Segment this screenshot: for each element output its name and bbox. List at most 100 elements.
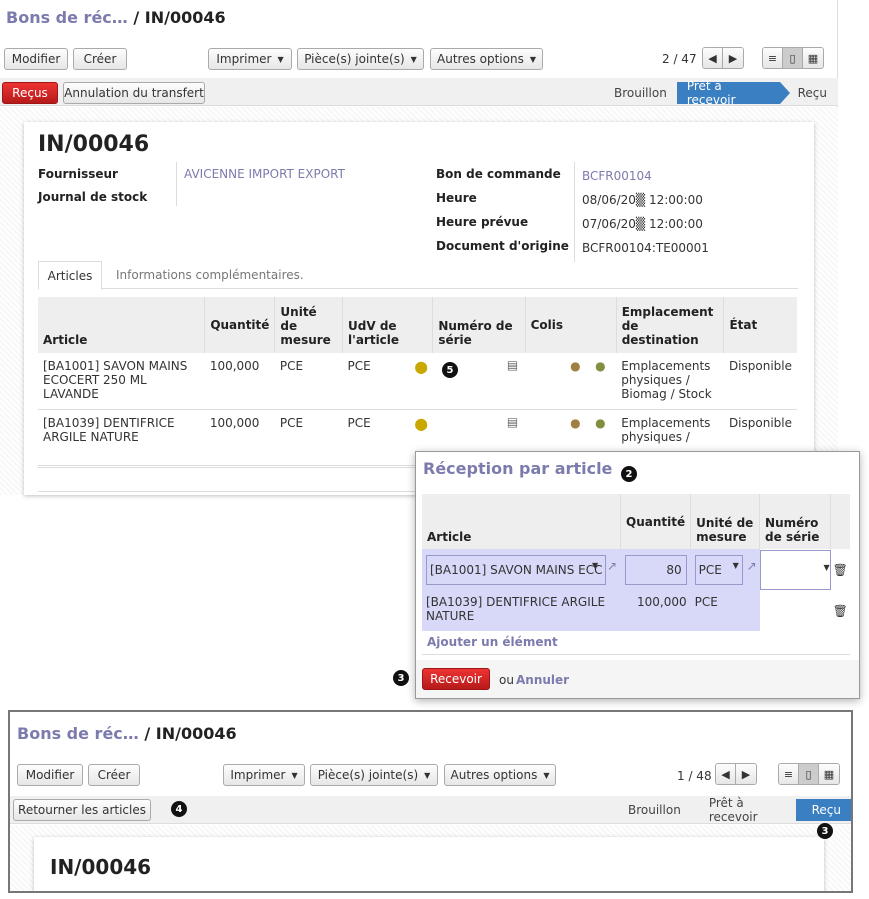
package-icon[interactable]: ● [570,416,580,430]
breadcrumb: Bons de réc… / IN/00046 [17,724,237,743]
caret-down-icon[interactable]: ▼ [592,561,598,570]
col-destination[interactable]: Emplacement de destination [616,297,725,353]
other-options-label: Autres options [450,768,538,782]
supplier-label: Fournisseur [38,167,118,181]
next-arrow-icon[interactable]: ▶ [736,764,756,784]
dialog-col-uom[interactable]: Unité de mesure [690,494,761,549]
received-button[interactable]: Reçus [2,82,58,104]
col-package[interactable]: Colis [525,297,617,353]
state-received: Reçu [780,82,837,104]
calendar-view-icon[interactable]: ▦ [803,48,823,68]
form-view-icon[interactable]: ▯ [783,48,803,68]
package-icon[interactable]: ● [570,359,580,373]
serial-select[interactable] [759,550,831,590]
caret-down-icon: ▼ [277,54,284,64]
breadcrumb-sep: / [133,8,140,27]
form-view-icon[interactable]: ▯ [799,764,819,784]
print-label: Imprimer [216,52,272,66]
lot-icon[interactable]: ⬤ [415,360,428,374]
external-link-icon[interactable]: ↗ [607,559,617,573]
col-serial[interactable]: Numéro de série [432,297,526,353]
article-select[interactable]: [BA1001] SAVON MAINS ECC [426,555,606,585]
col-state[interactable]: État [724,297,797,353]
print-label: Imprimer [230,768,286,782]
cell-udv-value: PCE [347,359,371,373]
po-value[interactable]: BCFR00104 [582,169,652,183]
state-received-label: Reçu [797,86,827,100]
time-label: Heure [436,191,477,205]
callout-badge-2: 2 [621,466,637,482]
state-draft-label: Brouillon [628,803,681,817]
document-icon[interactable]: ▤ [507,415,518,429]
list-view-icon[interactable]: ≡ [763,48,783,68]
receive-button[interactable]: Recevoir [422,668,490,690]
col-uom[interactable]: Unité de mesure [274,297,344,353]
print-button[interactable]: Imprimer ▼ [223,764,305,786]
breadcrumb-link[interactable]: Bons de réc… [6,8,128,27]
create-button[interactable]: Créer [88,764,140,786]
dialog-col-article[interactable]: Article [422,494,621,549]
or-text: ou [499,673,514,687]
origin-label: Document d'origine [436,239,569,253]
supplier-value[interactable]: AVICENNE IMPORT EXPORT [184,167,345,181]
caret-down-icon[interactable]: ▼ [733,561,739,570]
lot-icon[interactable]: ⬤ [415,417,428,431]
state-ready-label: Prêt à recevoir [708,796,758,824]
table-row[interactable]: [BA1001] SAVON MAINS ECOCERT 250 ML LAVA… [38,353,797,409]
next-arrow-icon[interactable]: ▶ [723,48,743,68]
attachments-button[interactable]: Pièce(s) jointe(s) ▼ [310,764,438,786]
external-link-icon[interactable]: ↗ [747,559,757,573]
tab-additional-info[interactable]: Informations complémentaires. [116,268,304,282]
dialog-col-serial[interactable]: Numéro de série [759,494,832,549]
modify-button[interactable]: Modifier [17,764,83,786]
dialog-table: Article Quantité Unité de mesure Numéro … [422,494,850,631]
return-articles-button[interactable]: Retourner les articles [13,799,151,821]
breadcrumb-link[interactable]: Bons de réc… [17,724,139,743]
trash-icon[interactable]: 🗑 [831,591,850,631]
state-received-label: Reçu [811,803,841,817]
package-open-icon[interactable]: ● [595,359,605,373]
pager-nav: ◀ ▶ [702,47,744,69]
state-draft-label: Brouillon [614,86,667,100]
calendar-view-icon[interactable]: ▦ [819,764,839,784]
state-ready-label: Prêt à recevoir [686,79,736,107]
prev-arrow-icon[interactable]: ◀ [703,48,723,68]
cell-state: Disponible [728,359,792,373]
modify-button[interactable]: Modifier [4,48,68,70]
print-button[interactable]: Imprimer ▼ [208,48,292,70]
caret-down-icon: ▼ [291,770,298,780]
dialog-cell-article: [BA1001] SAVON MAINS ECC ▼ ↗ [422,549,621,591]
package-open-icon[interactable]: ● [595,416,605,430]
tab-articles[interactable]: Articles [38,261,102,290]
breadcrumb-current: IN/00046 [144,8,226,27]
list-view-icon[interactable]: ≡ [779,764,799,784]
add-item-link[interactable]: Ajouter un élément [427,635,558,649]
dialog-col-quantity[interactable]: Quantité [620,494,692,549]
caret-down-icon[interactable]: ▼ [824,563,830,572]
attachments-button[interactable]: Pièce(s) jointe(s) ▼ [297,48,424,70]
col-quantity[interactable]: Quantité [204,297,276,353]
cancel-transfer-button[interactable]: Annulation du transfert [63,82,205,104]
col-article[interactable]: Article [38,297,206,353]
po-label: Bon de commande [436,167,561,181]
col-udv[interactable]: UdV de l'article [342,297,434,353]
dialog-row-editing[interactable]: [BA1001] SAVON MAINS ECC ▼ ↗ 80 PCE ▼ ↗ … [422,549,850,591]
prev-arrow-icon[interactable]: ◀ [716,764,736,784]
trash-icon[interactable]: 🗑 [830,549,850,591]
document-icon[interactable]: ▤ [507,358,518,372]
uom-select[interactable]: PCE [694,555,743,585]
journal-label: Journal de stock [38,190,148,204]
quantity-input[interactable]: 80 [624,555,687,585]
create-button[interactable]: Créer [73,48,127,70]
view-switcher: ≡ ▯ ▦ [762,47,824,69]
other-options-button[interactable]: Autres options ▼ [444,764,556,786]
dialog-table-header: Article Quantité Unité de mesure Numéro … [422,494,850,549]
state-ready: Prêt à recevoir [676,79,790,107]
other-options-button[interactable]: Autres options ▼ [430,48,543,70]
pager: 1 / 48 [677,769,712,783]
cell-article: [BA1001] SAVON MAINS ECOCERT 250 ML LAVA… [43,359,188,401]
cancel-link[interactable]: Annuler [516,673,569,687]
state-pipeline: Brouillon Prêt à recevoir Reçu [618,796,851,824]
cell-uom: PCE [279,415,304,430]
dialog-row[interactable]: [BA1039] DENTIFRICE ARGILE NATURE 100,00… [422,591,850,631]
